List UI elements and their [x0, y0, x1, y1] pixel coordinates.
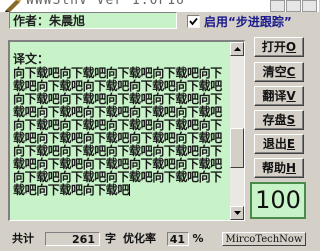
- counter-display: 100: [250, 182, 306, 219]
- total-label: 共计: [12, 232, 34, 245]
- open-button-key: O: [285, 40, 297, 54]
- clear-button-key: C: [286, 65, 296, 79]
- scroll-up-button[interactable]: [230, 42, 244, 56]
- translation-panel: 译文： 向下载吧向下载吧向下载吧向下载吧向下载吧向下载吧向下载吧向下载吧向下载吧…: [8, 40, 245, 221]
- vertical-scrollbar[interactable]: [230, 42, 244, 220]
- title-bar: WWWSlnV Ver 1.0F16: [0, 0, 319, 12]
- scroll-down-button[interactable]: [230, 206, 244, 220]
- total-count: 261: [45, 232, 100, 246]
- window-title: WWWSlnV Ver 1.0F16: [26, 0, 185, 8]
- step-trace-checkbox[interactable]: [187, 14, 200, 28]
- save-button-key: S: [286, 113, 296, 127]
- help-button-key: H: [285, 161, 297, 175]
- translate-button[interactable]: 翻译V: [254, 86, 304, 106]
- open-button[interactable]: 打开O: [254, 37, 304, 57]
- brand-button[interactable]: MircoTechNow: [222, 232, 306, 246]
- arrow-down-icon: [234, 211, 241, 215]
- translate-button-key: V: [286, 89, 296, 103]
- translation-body: 向下载吧向下载吧向下载吧向下载吧向下载吧向下载吧向下载吧向下载吧向下载吧向下载吧…: [13, 67, 229, 197]
- translation-text: 向下载吧向下载吧向下载吧向下载吧向下载吧向下载吧向下载吧向下载吧向下载吧向下载吧…: [13, 66, 222, 197]
- exit-button[interactable]: 退出E: [254, 134, 304, 154]
- clear-button[interactable]: 清空C: [254, 62, 304, 82]
- optimization-value: 41: [167, 232, 189, 246]
- translation-textarea[interactable]: 译文： 向下载吧向下载吧向下载吧向下载吧向下载吧向下载吧向下载吧向下载吧向下载吧…: [10, 42, 229, 220]
- translation-heading: 译文：: [13, 52, 50, 66]
- arrow-up-icon: [234, 47, 241, 51]
- pencil-cursor-icon: [4, 0, 24, 12]
- minimize-button[interactable]: [270, 0, 285, 12]
- clear-button-label: 清空: [262, 65, 287, 79]
- translate-button-label: 翻译: [262, 89, 287, 103]
- maximize-button[interactable]: [286, 0, 301, 12]
- exit-button-key: E: [286, 137, 296, 151]
- help-button-label: 帮助: [261, 161, 286, 175]
- save-button[interactable]: 存盘S: [254, 110, 304, 130]
- close-button[interactable]: [302, 0, 317, 12]
- step-trace-option[interactable]: 启用“步进跟踪”: [187, 12, 312, 30]
- open-button-label: 打开: [261, 40, 286, 54]
- optimization-label: 优化率: [123, 232, 156, 245]
- total-unit: 字: [105, 232, 116, 245]
- author-field: 作者：朱晨旭: [9, 12, 177, 29]
- checkmark-icon: [189, 17, 198, 25]
- save-button-label: 存盘: [262, 113, 287, 127]
- text-caret: [129, 184, 131, 196]
- scroll-thumb[interactable]: [230, 128, 244, 168]
- help-button[interactable]: 帮助H: [254, 158, 304, 178]
- optimization-unit: %: [192, 232, 204, 245]
- step-trace-label: 启用“步进跟踪”: [204, 14, 292, 29]
- exit-button-label: 退出: [262, 137, 287, 151]
